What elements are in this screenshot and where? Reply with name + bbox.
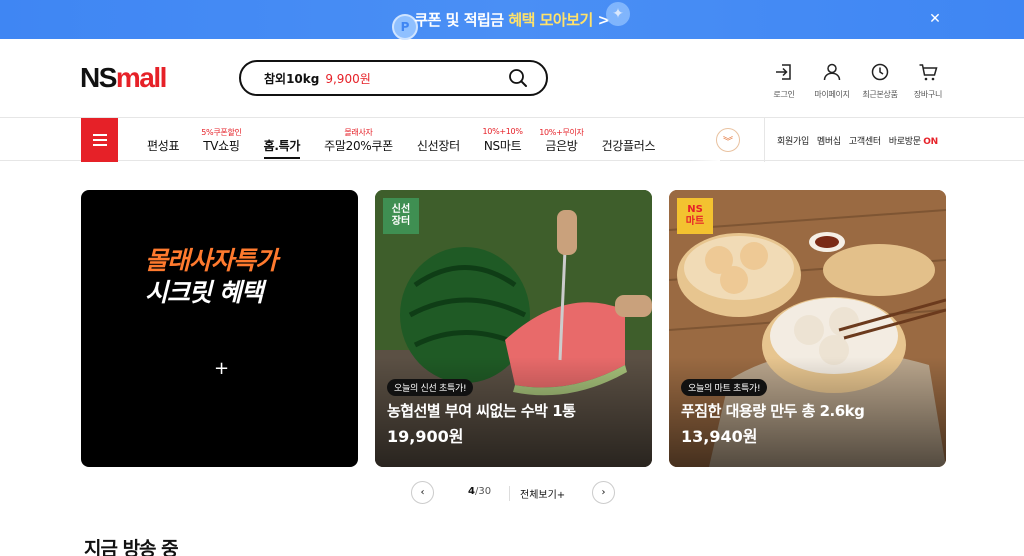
search-icon[interactable] bbox=[508, 68, 528, 88]
user-icon bbox=[823, 63, 841, 81]
product-card-dumpling[interactable]: NS 마트 오늘의 마트 초특가! 푸짐한 대용량 만두 총 2.6kg 13,9… bbox=[669, 190, 946, 467]
card-product-name: 농협선별 부여 씨없는 수박 1통 bbox=[387, 402, 576, 420]
login-button[interactable]: 로그인 bbox=[766, 61, 802, 100]
nav-sub: 10%+무이자 bbox=[539, 128, 584, 137]
chevron-left-icon: ‹ bbox=[420, 487, 425, 498]
secret-deal-card[interactable]: 몰래사자특가 시크릿 혜택 + bbox=[81, 190, 358, 467]
nav-item-home-special[interactable]: 홈.특가 bbox=[252, 118, 312, 162]
carousel-next-button[interactable]: › bbox=[592, 481, 615, 504]
logo-mall: mall bbox=[115, 62, 168, 93]
card-tag: 오늘의 신선 초특가! bbox=[387, 379, 474, 396]
nav-label: 주말20%쿠폰 bbox=[324, 139, 393, 153]
menu-button[interactable] bbox=[81, 118, 118, 162]
badge-line1: 신선 bbox=[391, 204, 411, 215]
badge-line2: 장터 bbox=[391, 216, 411, 227]
nav-divider bbox=[764, 118, 765, 162]
nav-items: 편성표 5%쿠폰할인 TV쇼핑 홈.특가 몰래사자주말20%쿠폰 신선장터 10%… bbox=[135, 118, 667, 162]
plus-icon: + bbox=[214, 358, 230, 379]
promo-banner[interactable]: P 쿠폰 및 적립금 혜택 모아보기 > ✦ ✕ bbox=[0, 0, 1024, 40]
promo-text-main: 쿠폰 및 적립금 bbox=[414, 11, 509, 29]
secret-deal-title: 몰래사자특가 시크릿 혜택 bbox=[145, 245, 278, 309]
header-utils: 로그인 마이페이지 최근본상품 장바구니 bbox=[766, 61, 946, 100]
mypage-button[interactable]: 마이페이지 bbox=[814, 61, 850, 100]
cart-icon bbox=[919, 64, 938, 81]
direct-visit-toggle[interactable]: 바로방문 ON bbox=[889, 134, 938, 147]
card-tag: 오늘의 마트 초특가! bbox=[681, 379, 768, 396]
main-nav: 편성표 5%쿠폰할인 TV쇼핑 홈.특가 몰래사자주말20%쿠폰 신선장터 10%… bbox=[0, 117, 1024, 162]
product-card-watermelon[interactable]: 신선 장터 오늘의 신선 초특가! 농협선별 부여 씨없는 수박 1통 19,90… bbox=[375, 190, 652, 467]
customer-service-link[interactable]: 고객센터 bbox=[849, 134, 881, 147]
search-input[interactable]: 참외10kg 9,900원 bbox=[239, 60, 548, 96]
direct-visit-state: ON bbox=[923, 136, 938, 147]
nav-label: 편성표 bbox=[147, 139, 180, 153]
card-product-name: 푸짐한 대용량 만두 총 2.6kg bbox=[681, 402, 865, 420]
membership-link[interactable]: 멤버십 bbox=[817, 134, 841, 147]
login-label: 로그인 bbox=[773, 90, 795, 99]
ns-mart-badge: NS 마트 bbox=[677, 198, 713, 234]
cart-button[interactable]: 장바구니 bbox=[910, 61, 946, 100]
nav-item-ns-mart[interactable]: 10%+10% NS마트 bbox=[472, 118, 533, 162]
header: NSmall 참외10kg 9,900원 로그인 마이페이지 최근본상품 장바구… bbox=[0, 39, 1024, 117]
nav-label: NS마트 bbox=[483, 139, 522, 153]
recent-items-button[interactable]: 최근본상품 bbox=[862, 61, 898, 100]
nav-item-jewelry[interactable]: 10%+무이자금은방 bbox=[533, 118, 589, 162]
pager-total: /30 bbox=[474, 486, 492, 497]
deal-carousel: 몰래사자특가 시크릿 혜택 + 신선 장터 오늘의 신선 초특가! 농협선별 부여… bbox=[81, 190, 946, 467]
recent-items-label: 최근본상품 bbox=[862, 90, 898, 99]
nav-item-health-plus[interactable]: 건강플러스 bbox=[590, 118, 668, 162]
promo-text[interactable]: 쿠폰 및 적립금 혜택 모아보기 > bbox=[414, 9, 610, 30]
view-all-link[interactable]: 전체보기+ bbox=[509, 486, 565, 501]
close-icon[interactable]: ✕ bbox=[926, 10, 944, 28]
secret-deal-title-line1: 몰래사자특가 bbox=[145, 246, 278, 275]
nav-sub: 5%쿠폰할인 bbox=[201, 128, 242, 137]
chevron-down-icon[interactable]: ︾ bbox=[716, 128, 740, 152]
pager-current: 4 bbox=[468, 486, 475, 497]
logo[interactable]: NSmall bbox=[80, 62, 168, 93]
cart-label: 장바구니 bbox=[913, 90, 943, 99]
fresh-market-badge: 신선 장터 bbox=[383, 198, 419, 234]
nav-sub: 몰래사자 bbox=[344, 128, 373, 137]
nav-right-links: 회원가입 멤버십 고객센터 바로방문 ON bbox=[777, 118, 938, 162]
nav-item-schedule[interactable]: 편성표 bbox=[135, 118, 191, 162]
search-keyword: 참외10kg bbox=[264, 71, 320, 86]
nav-label: 금은방 bbox=[545, 139, 578, 153]
card-product-price: 19,900원 bbox=[387, 427, 464, 446]
nav-label: TV쇼핑 bbox=[203, 139, 240, 153]
section-title: 지금 방송 중 bbox=[84, 538, 179, 556]
chevron-right-icon: › bbox=[601, 487, 606, 498]
nav-label: 건강플러스 bbox=[601, 139, 656, 153]
login-icon bbox=[776, 64, 791, 80]
carousel-prev-button[interactable]: ‹ bbox=[411, 481, 434, 504]
logo-ns: NS bbox=[80, 62, 117, 93]
search-price: 9,900원 bbox=[325, 71, 371, 86]
join-link[interactable]: 회원가입 bbox=[777, 134, 809, 147]
nav-label: 신선장터 bbox=[416, 139, 460, 153]
secret-deal-title-line2: 시크릿 혜택 bbox=[145, 278, 264, 307]
mypage-label: 마이페이지 bbox=[814, 90, 850, 99]
carousel-pager: 4/30 bbox=[468, 486, 491, 497]
badge-line2: 마트 bbox=[685, 216, 705, 227]
nav-sub: 10%+10% bbox=[482, 127, 523, 136]
direct-visit-label: 바로방문 bbox=[888, 136, 921, 147]
badge-line1: NS bbox=[687, 204, 703, 215]
nav-item-fresh-market[interactable]: 신선장터 bbox=[405, 118, 472, 162]
sparkle-icon: ✦ bbox=[606, 2, 630, 26]
nav-item-tv-shopping[interactable]: 5%쿠폰할인 TV쇼핑 bbox=[191, 118, 251, 162]
nav-label: 홈.특가 bbox=[263, 137, 300, 159]
clock-icon bbox=[871, 63, 889, 81]
promo-text-highlight: 혜택 모아보기 bbox=[508, 11, 593, 29]
card-product-price: 13,940원 bbox=[681, 427, 758, 446]
nav-item-weekend-coupon[interactable]: 몰래사자주말20%쿠폰 bbox=[312, 118, 405, 162]
